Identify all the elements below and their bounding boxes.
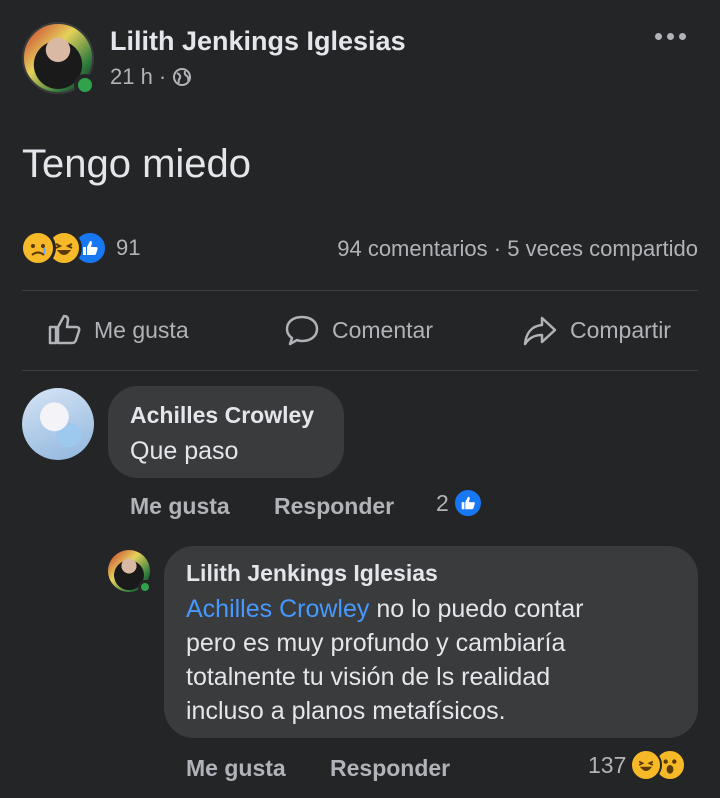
reply-reaction-count: 137 — [588, 751, 627, 778]
divider-bottom — [22, 370, 698, 371]
more-options-icon[interactable] — [652, 28, 688, 44]
post-text: Tengo miedo — [22, 142, 252, 186]
comment-bubble: Achilles Crowley Que paso — [108, 386, 344, 478]
commenter-avatar[interactable] — [22, 388, 94, 460]
comment-author[interactable]: Achilles Crowley — [130, 402, 314, 429]
comments-count[interactable]: 94 comentarios — [337, 236, 487, 261]
like-button[interactable]: Me gusta — [46, 312, 189, 348]
reply-online-dot — [138, 580, 152, 594]
comment-reply-link[interactable]: Responder — [274, 493, 394, 520]
like-label: Me gusta — [94, 316, 189, 343]
comment-like-link[interactable]: Me gusta — [130, 493, 230, 520]
reply-mention[interactable]: Achilles Crowley — [186, 595, 369, 623]
reactions-summary[interactable]: 91 — [20, 230, 140, 266]
reply-line-3: totalnente tu visión de ls realidad — [186, 663, 551, 691]
comment-button[interactable]: Comentar — [284, 312, 433, 348]
reply-line-4: incluso a planos metafísicos. — [186, 697, 506, 725]
reply-bubble: Lilith Jenkings Iglesias Achilles Crowle… — [164, 546, 698, 738]
reply-reply-link[interactable]: Responder — [330, 755, 450, 782]
comment-reaction-count: 2 — [436, 489, 449, 516]
shares-count[interactable]: 5 veces compartido — [507, 236, 698, 261]
post-time[interactable]: 21 h — [110, 64, 153, 90]
thumbs-up-icon — [48, 314, 81, 345]
speech-bubble-icon — [285, 315, 319, 346]
reply-line-1: no lo puedo contar — [369, 595, 584, 623]
comment-label: Comentar — [332, 316, 433, 343]
share-label: Compartir — [570, 316, 671, 343]
post-stats: 94 comentarios · 5 veces compartido — [337, 236, 698, 262]
reply-like-link[interactable]: Me gusta — [186, 755, 286, 782]
reply-line-2: pero es muy profundo y cambiaría — [186, 629, 566, 657]
online-status-dot — [74, 74, 96, 96]
like-badge-icon — [452, 488, 483, 518]
meta-separator: · — [158, 64, 167, 89]
divider-top — [22, 290, 698, 291]
post-author-name[interactable]: Lilith Jenkings Iglesias — [110, 26, 406, 57]
globe-icon — [173, 68, 192, 86]
reply-author[interactable]: Lilith Jenkings Iglesias — [186, 560, 438, 587]
reply-text: Achilles Crowley no lo puedo contar pero… — [186, 592, 686, 728]
haha-reaction-icon — [630, 749, 663, 781]
reply-reactions[interactable]: 137 — [588, 749, 687, 781]
comment-text: Que paso — [130, 437, 239, 465]
post-meta: 21 h · — [110, 64, 192, 90]
sad-reaction-icon — [20, 230, 56, 266]
share-arrow-icon — [523, 316, 557, 346]
stats-separator: · — [493, 236, 502, 261]
reaction-count: 91 — [116, 235, 141, 260]
share-button[interactable]: Compartir — [522, 312, 671, 348]
comment-reactions[interactable]: 2 — [436, 488, 483, 518]
